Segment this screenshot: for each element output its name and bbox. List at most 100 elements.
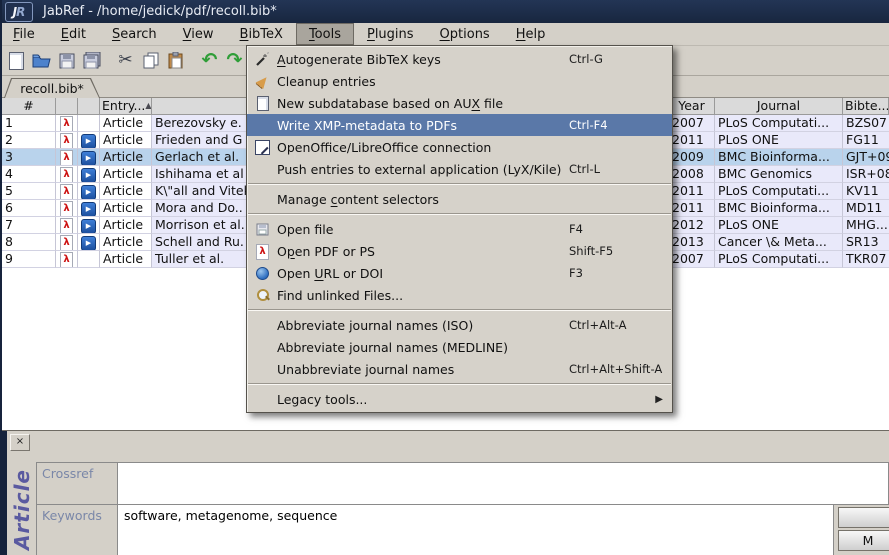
cell-journal[interactable]: PLoS Computati... [715, 115, 843, 132]
menu-item-abbreviate-iso[interactable]: Abbreviate journal names (ISO) Ctrl+Alt-… [247, 314, 672, 336]
cell-entrytype[interactable]: Article [100, 149, 152, 166]
menu-item-abbreviate-medline[interactable]: Abbreviate journal names (MEDLINE) [247, 336, 672, 358]
cell-journal[interactable]: BMC Bioinforma... [715, 200, 843, 217]
cell-entrytype[interactable]: Article [100, 251, 152, 268]
save-all-icon[interactable] [79, 48, 104, 73]
pdf-icon[interactable]: λ [60, 235, 73, 251]
menu-edit[interactable]: Edit [48, 23, 99, 45]
cell-year[interactable]: 2008 [669, 166, 715, 183]
menu-item-open-file[interactable]: Open file F4 [247, 218, 672, 240]
cell-pdf[interactable]: λ [56, 115, 78, 132]
cell-year[interactable]: 2013 [669, 234, 715, 251]
menu-bibtex[interactable]: BibTeX [227, 23, 296, 45]
cell-num[interactable]: 7 [2, 217, 56, 234]
pdf-icon[interactable]: λ [60, 133, 73, 149]
cell-year[interactable]: 2009 [669, 149, 715, 166]
cell-bibtexkey[interactable]: FG11 [843, 132, 889, 149]
menu-item-find-unlinked-files[interactable]: Find unlinked Files... [247, 284, 672, 306]
pdf-icon[interactable]: λ [60, 116, 73, 132]
pdf-icon[interactable]: λ [60, 218, 73, 234]
cell-num[interactable]: 2 [2, 132, 56, 149]
url-icon[interactable]: ▶ [81, 151, 96, 166]
cell-entrytype[interactable]: Article [100, 217, 152, 234]
cell-pdf[interactable]: λ [56, 183, 78, 200]
cell-pdf[interactable]: λ [56, 149, 78, 166]
cell-url[interactable]: ▶ [78, 200, 100, 217]
cell-url[interactable]: ▶ [78, 217, 100, 234]
menu-tools[interactable]: Tools [296, 23, 354, 45]
cell-bibtexkey[interactable]: ISR+08 [843, 166, 889, 183]
cell-bibtexkey[interactable]: BZS07 [843, 115, 889, 132]
menu-item-cleanup-entries[interactable]: Cleanup entries [247, 70, 672, 92]
menu-item-push-entries[interactable]: Push entries to external application (Ly… [247, 158, 672, 180]
new-database-icon[interactable] [4, 48, 29, 73]
open-database-icon[interactable] [29, 48, 54, 73]
pdf-icon[interactable]: λ [60, 252, 73, 268]
cell-num[interactable]: 3 [2, 149, 56, 166]
menu-plugins[interactable]: Plugins [354, 23, 427, 45]
cell-url[interactable]: ▶ [78, 234, 100, 251]
cell-entrytype[interactable]: Article [100, 115, 152, 132]
menu-item-open-url-or-doi[interactable]: Open URL or DOI F3 [247, 262, 672, 284]
cell-year[interactable]: 2011 [669, 132, 715, 149]
copy-icon[interactable] [138, 48, 163, 73]
tab-recoll-bib[interactable]: recoll.bib* [4, 78, 100, 98]
header-entrytype[interactable]: Entry...▲ [100, 98, 152, 115]
cell-num[interactable]: 6 [2, 200, 56, 217]
cell-entrytype[interactable]: Article [100, 200, 152, 217]
menu-search[interactable]: Search [99, 23, 170, 45]
url-icon[interactable]: ▶ [81, 168, 96, 183]
menu-item-legacy-tools[interactable]: Legacy tools... ▶ [247, 388, 672, 410]
cell-journal[interactable]: Cancer \& Meta... [715, 234, 843, 251]
pdf-icon[interactable]: λ [60, 150, 73, 166]
cell-url[interactable]: ▶ [78, 115, 100, 132]
cell-num[interactable]: 9 [2, 251, 56, 268]
cell-pdf[interactable]: λ [56, 251, 78, 268]
pdf-icon[interactable]: λ [60, 184, 73, 200]
cell-entrytype[interactable]: Article [100, 183, 152, 200]
cell-journal[interactable]: BMC Bioinforma... [715, 149, 843, 166]
cell-pdf[interactable]: λ [56, 200, 78, 217]
header-bibtexkey[interactable]: Bibte... [843, 98, 889, 115]
cell-entrytype[interactable]: Article [100, 166, 152, 183]
cell-url[interactable]: ▶ [78, 132, 100, 149]
field-extra-button[interactable] [838, 507, 889, 528]
url-icon[interactable]: ▶ [81, 202, 96, 217]
cell-num[interactable]: 1 [2, 115, 56, 132]
cell-num[interactable]: 4 [2, 166, 56, 183]
menu-item-write-xmp-metadata[interactable]: Write XMP-metadata to PDFs Ctrl-F4 [247, 114, 672, 136]
header-url[interactable] [78, 98, 100, 115]
cell-pdf[interactable]: λ [56, 217, 78, 234]
paste-icon[interactable] [163, 48, 188, 73]
cell-url[interactable]: ▶ [78, 166, 100, 183]
menu-item-manage-content-selectors[interactable]: Manage content selectors [247, 188, 672, 210]
cell-num[interactable]: 8 [2, 234, 56, 251]
save-database-icon[interactable] [54, 48, 79, 73]
cut-icon[interactable]: ✂ [113, 48, 138, 73]
header-num[interactable]: # [2, 98, 56, 115]
menu-item-autogenerate-bibtex-keys[interactable]: Autogenerate BibTeX keys Ctrl-G [247, 48, 672, 70]
header-year[interactable]: Year [669, 98, 715, 115]
cell-entrytype[interactable]: Article [100, 132, 152, 149]
cell-bibtexkey[interactable]: SR13 [843, 234, 889, 251]
cell-journal[interactable]: PLoS ONE [715, 132, 843, 149]
menu-file[interactable]: File [0, 23, 48, 45]
menu-item-openoffice-connection[interactable]: OpenOffice/LibreOffice connection [247, 136, 672, 158]
menu-options[interactable]: Options [427, 23, 503, 45]
url-icon[interactable]: ▶ [81, 219, 96, 234]
cell-url[interactable]: ▶ [78, 183, 100, 200]
url-icon[interactable]: ▶ [81, 185, 96, 200]
cell-bibtexkey[interactable]: TKR07 [843, 251, 889, 268]
close-entry-editor-button[interactable]: × [10, 434, 30, 451]
url-icon[interactable]: ▶ [81, 134, 96, 149]
keywords-field[interactable]: software, metagenome, sequence [117, 504, 834, 555]
crossref-field[interactable] [117, 462, 889, 505]
undo-icon[interactable]: ↶ [197, 48, 222, 73]
cell-bibtexkey[interactable]: MHG... [843, 217, 889, 234]
cell-year[interactable]: 2007 [669, 115, 715, 132]
cell-year[interactable]: 2011 [669, 200, 715, 217]
cell-year[interactable]: 2007 [669, 251, 715, 268]
url-icon[interactable]: ▶ [81, 236, 96, 251]
menu-item-new-subdatabase[interactable]: New subdatabase based on AUX file [247, 92, 672, 114]
redo-icon[interactable]: ↷ [222, 48, 247, 73]
